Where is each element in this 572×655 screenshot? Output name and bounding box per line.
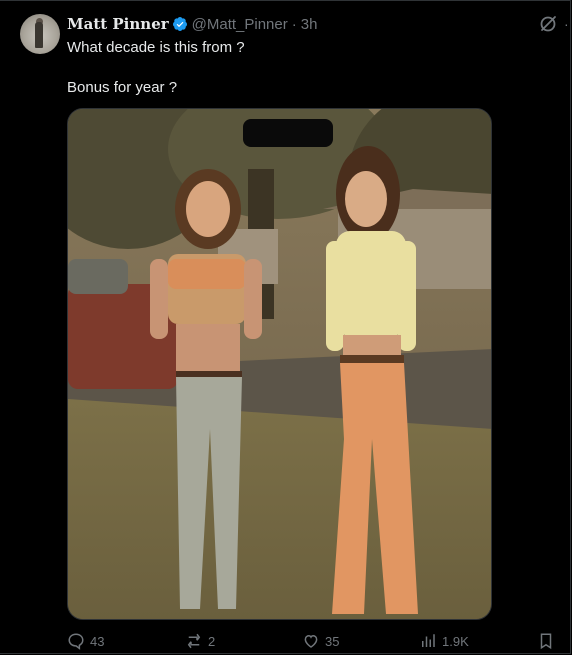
repost-count: 2 [208,633,216,649]
avatar[interactable] [20,14,60,54]
post-time[interactable]: 3h [301,16,318,33]
post-photo[interactable] [67,108,492,620]
post-text: What decade is this from ? Bonus for yea… [67,38,547,98]
bookmark-button[interactable] [537,632,555,655]
repost-icon [187,633,201,649]
bookmark-icon [540,633,552,650]
post-text-line1: What decade is this from ? [67,39,245,56]
like-button[interactable]: 35 [302,632,339,650]
reply-button[interactable]: 43 [67,632,104,650]
photo-illustration [68,109,491,619]
views-button[interactable]: 1.9K [419,632,469,650]
post-text-line2: Bonus for year ? [67,79,178,96]
views-count: 1.9K [442,633,469,649]
author-handle[interactable]: @Matt_Pinner [192,16,288,33]
like-count: 35 [325,633,340,649]
avatar-figure [35,22,43,48]
repost-button[interactable]: 2 [185,632,215,650]
heart-icon [304,634,318,648]
reply-count: 43 [90,633,105,649]
author-name[interactable]: Matt Pinner [67,15,169,33]
analytics-icon [422,634,435,647]
verified-badge-icon [172,17,187,31]
grok-icon[interactable] [538,14,558,34]
action-bar: 43 2 35 1.9K [67,632,567,652]
comment-icon [68,633,84,650]
more-icon[interactable]: · [564,14,572,34]
post-header: Matt Pinner @Matt_Pinner · 3h [67,14,317,34]
separator-dot: · [291,15,297,33]
